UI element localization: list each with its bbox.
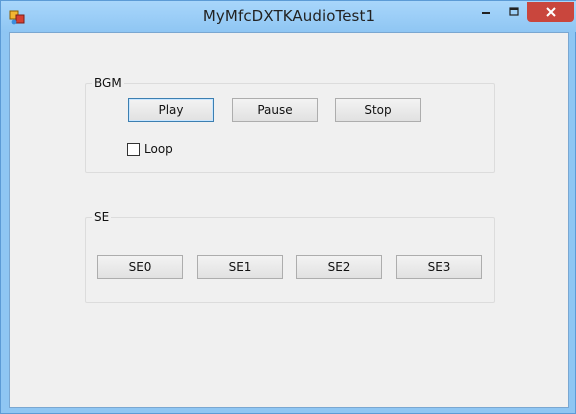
- minimize-button[interactable]: [471, 2, 500, 22]
- bgm-group: BGM Play Pause Stop Loop: [85, 75, 495, 173]
- se2-button[interactable]: SE2: [296, 255, 382, 279]
- maximize-icon: [508, 3, 520, 22]
- se-group: SE SE0 SE1 SE2 SE3: [85, 209, 495, 303]
- maximize-button[interactable]: [500, 2, 527, 22]
- stop-button[interactable]: Stop: [335, 98, 421, 122]
- se0-button[interactable]: SE0: [97, 255, 183, 279]
- se1-button[interactable]: SE1: [197, 255, 283, 279]
- minimize-icon: [480, 3, 492, 22]
- play-button[interactable]: Play: [128, 98, 214, 122]
- client-area: BGM Play Pause Stop Loop SE SE0 SE1 SE2 …: [9, 32, 569, 408]
- close-icon: [545, 3, 557, 22]
- close-button[interactable]: [527, 2, 574, 22]
- se3-button[interactable]: SE3: [396, 255, 482, 279]
- titlebar: MyMfcDXTKAudioTest1: [1, 1, 576, 32]
- loop-checkbox[interactable]: [127, 142, 140, 156]
- loop-label: Loop: [144, 142, 173, 156]
- bgm-group-label: BGM: [92, 75, 124, 91]
- se-group-label: SE: [92, 209, 112, 225]
- app-window: MyMfcDXTKAudioTest1 BGM Play Pause Stop …: [0, 0, 576, 414]
- pause-button[interactable]: Pause: [232, 98, 318, 122]
- loop-checkbox-row[interactable]: Loop: [127, 142, 173, 156]
